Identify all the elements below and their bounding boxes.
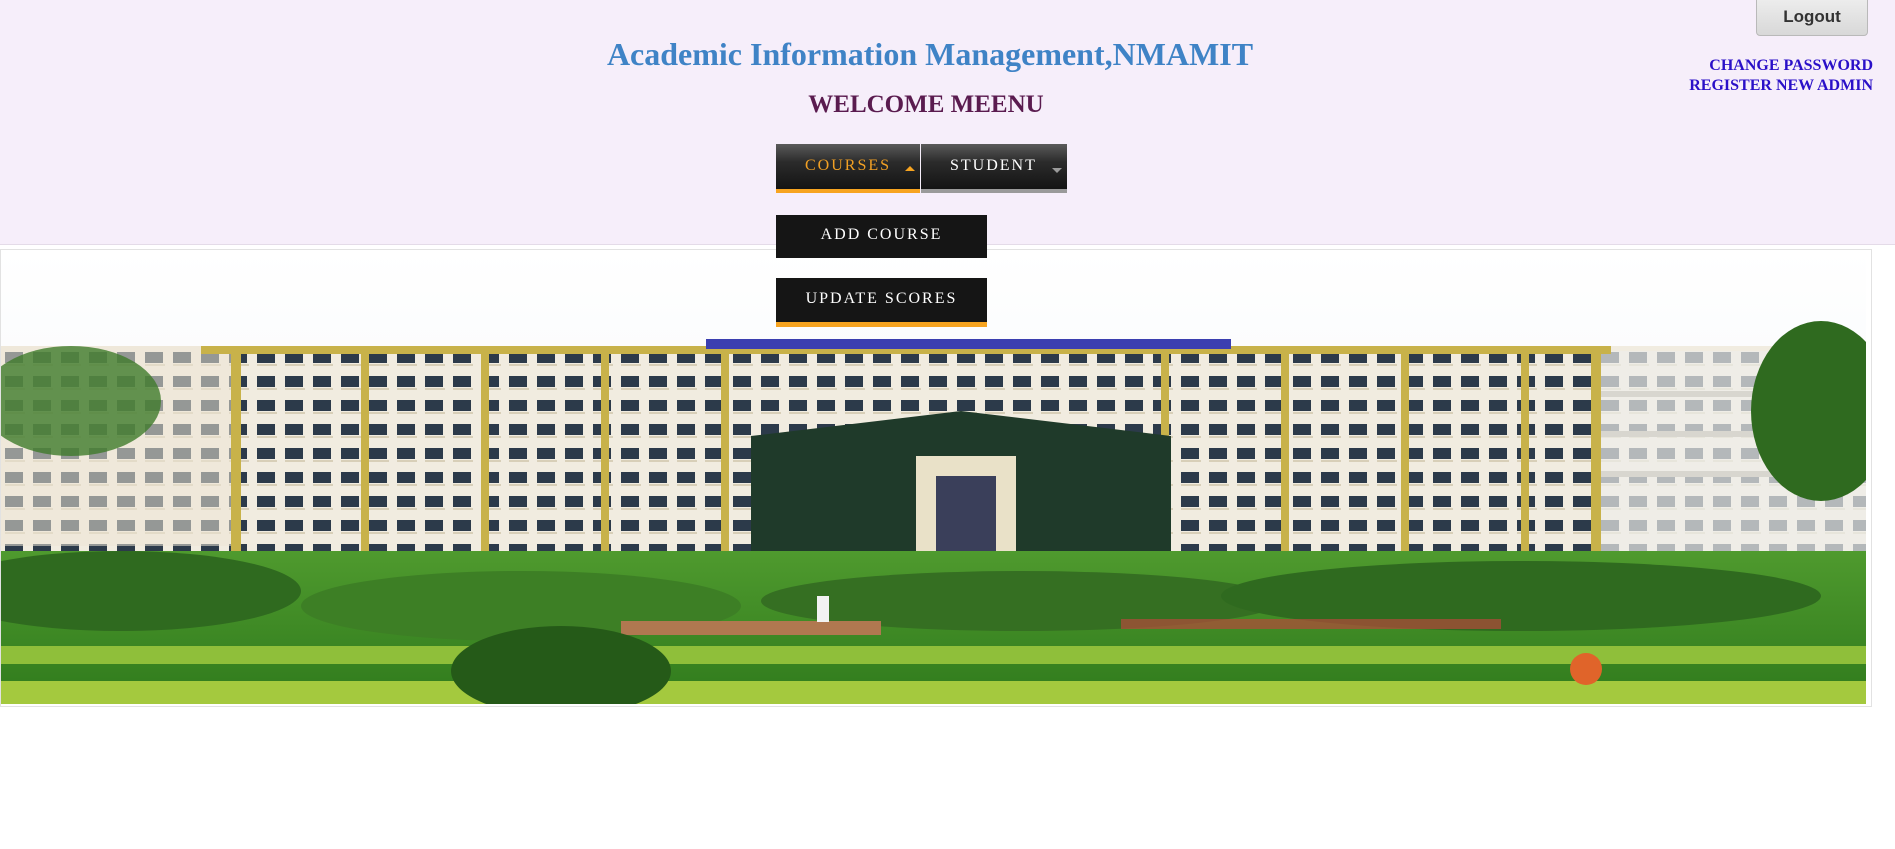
nav-courses[interactable]: COURSES <box>776 144 920 193</box>
add-course-menu-item[interactable]: ADD COURSE <box>776 215 987 258</box>
page: Logout CHANGE PASSWORD REGISTER NEW ADMI… <box>0 0 1895 849</box>
nav-courses-label: COURSES <box>805 157 892 174</box>
main-nav: COURSES STUDENT <box>776 144 1067 193</box>
caret-up-icon <box>905 166 915 171</box>
update-scores-menu-item[interactable]: UPDATE SCORES <box>776 278 987 327</box>
caret-down-icon <box>1052 168 1062 173</box>
nav-student-label: STUDENT <box>950 157 1037 174</box>
page-title: Academic Information Management,NMAMIT <box>606 36 1254 72</box>
logout-button[interactable]: Logout <box>1756 0 1868 36</box>
nav-student[interactable]: STUDENT <box>921 144 1067 193</box>
welcome-message: WELCOME MEENU <box>808 91 1044 118</box>
